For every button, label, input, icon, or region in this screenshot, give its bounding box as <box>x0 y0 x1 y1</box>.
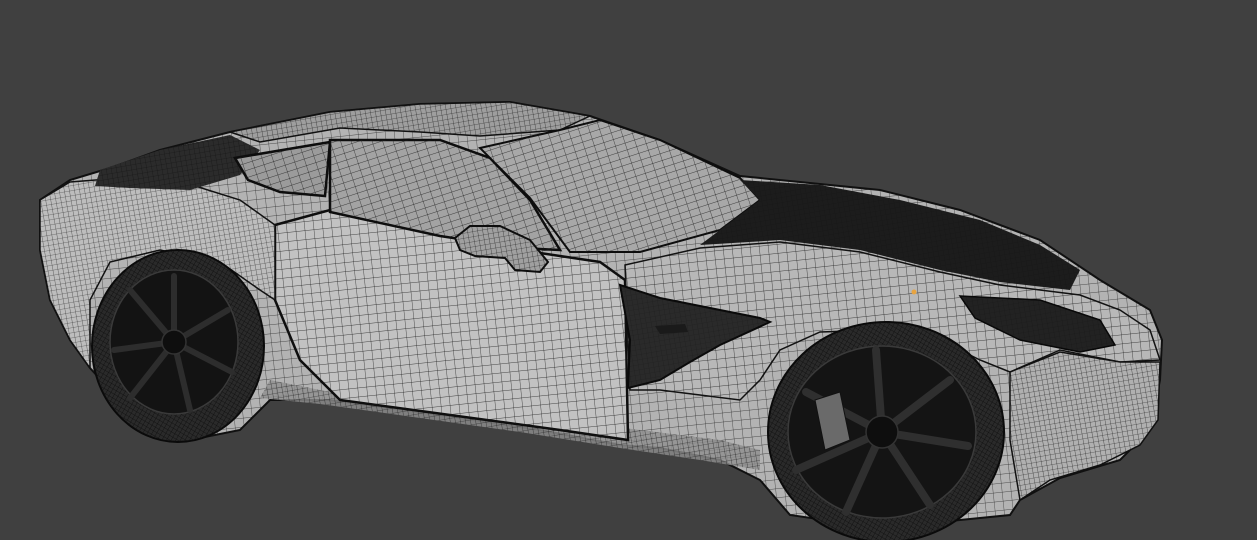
car-mesh-wireframe[interactable] <box>0 0 1257 540</box>
front-bumper-wire <box>1010 352 1160 500</box>
front-hub <box>865 415 899 449</box>
rear-hub <box>161 329 187 355</box>
front-wheel[interactable] <box>767 321 1005 540</box>
3d-viewport[interactable] <box>0 0 1257 540</box>
selected-vertex[interactable] <box>911 289 917 295</box>
rear-wheel[interactable] <box>91 249 265 443</box>
